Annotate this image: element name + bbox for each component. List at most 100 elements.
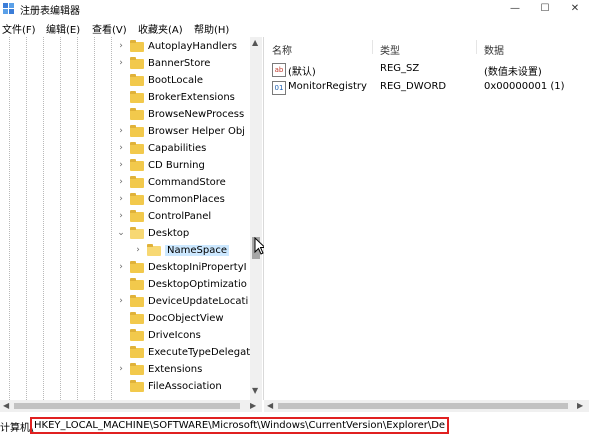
- scroll-left-arrow-icon[interactable]: ◀: [267, 400, 273, 412]
- tree-item-label: AutoplayHandlers: [148, 41, 237, 52]
- tree-item[interactable]: › Browser Helper Obj: [0, 124, 250, 141]
- tree-horizontal-scrollbar[interactable]: ◀ ▶: [0, 400, 262, 412]
- tree-hscroll-thumb[interactable]: [14, 403, 240, 409]
- tree-item-label: DesktopOptimizatio: [148, 279, 247, 290]
- tree-item[interactable]: BrowseNewProcess: [0, 107, 250, 124]
- scroll-right-arrow-icon[interactable]: ▶: [250, 400, 256, 412]
- maximize-button[interactable]: ☐: [530, 0, 560, 18]
- tree-item-label: FileAssociation: [148, 381, 222, 392]
- minimize-button[interactable]: —: [500, 0, 530, 18]
- tree-item[interactable]: DocObjectView: [0, 311, 250, 328]
- folder-icon: [130, 295, 144, 307]
- tree-item-label: Capabilities: [148, 143, 207, 154]
- tree-item-label: DocObjectView: [148, 313, 224, 324]
- chevron-right-icon[interactable]: ›: [116, 177, 126, 187]
- tree-item-label: Extensions: [148, 364, 203, 375]
- column-separator[interactable]: [476, 40, 477, 54]
- folder-icon: [130, 278, 144, 290]
- string-value-icon: ab: [272, 63, 286, 77]
- close-button[interactable]: ✕: [560, 0, 589, 18]
- folder-icon: [130, 312, 144, 324]
- scroll-up-arrow-icon[interactable]: ▲: [252, 38, 258, 47]
- folder-icon: [147, 244, 161, 256]
- folder-icon: [130, 261, 144, 273]
- chevron-right-icon[interactable]: ›: [116, 58, 126, 68]
- folder-icon: [130, 346, 144, 358]
- value-row[interactable]: ab (默认) REG_SZ (数值未设置): [264, 61, 589, 78]
- tree-item[interactable]: ⌄ Desktop: [0, 226, 250, 243]
- chevron-right-icon[interactable]: ›: [116, 126, 126, 136]
- tree-item-label: BrowseNewProcess: [148, 109, 245, 120]
- tree-item[interactable]: › BannerStore: [0, 56, 250, 73]
- tree-item[interactable]: FileAssociation: [0, 379, 250, 396]
- chevron-right-icon[interactable]: ›: [116, 194, 126, 204]
- tree-item-label: CD Burning: [148, 160, 205, 171]
- folder-icon: [130, 91, 144, 103]
- tree-item[interactable]: › CD Burning: [0, 158, 250, 175]
- tree-item-label: DriveIcons: [148, 330, 201, 341]
- chevron-right-icon[interactable]: ›: [116, 211, 126, 221]
- menu-view[interactable]: 查看(V): [92, 21, 127, 36]
- folder-icon: [130, 57, 144, 69]
- tree-item[interactable]: DriveIcons: [0, 328, 250, 345]
- values-list[interactable]: 名称 类型 数据 ab (默认) REG_SZ (数值未设置) 01 Monit…: [264, 37, 589, 400]
- folder-icon: [130, 193, 144, 205]
- column-header-name[interactable]: 名称: [272, 42, 292, 57]
- tree-item-label: BannerStore: [148, 58, 211, 69]
- tree-vertical-scrollbar[interactable]: ▲ ▼: [250, 37, 262, 400]
- tree-item[interactable]: DesktopOptimizatio: [0, 277, 250, 294]
- tree-item[interactable]: › Extensions: [0, 362, 250, 379]
- value-name: MonitorRegistry: [288, 81, 367, 92]
- tree-item[interactable]: BrokerExtensions: [0, 90, 250, 107]
- scroll-down-arrow-icon[interactable]: ▼: [252, 386, 258, 395]
- value-row[interactable]: 01 MonitorRegistry REG_DWORD 0x00000001 …: [264, 79, 589, 95]
- chevron-right-icon[interactable]: ›: [116, 364, 126, 374]
- column-header-type[interactable]: 类型: [380, 42, 400, 57]
- tree-item[interactable]: › CommonPlaces: [0, 192, 250, 209]
- chevron-right-icon[interactable]: ›: [116, 296, 126, 306]
- tree-item[interactable]: › CommandStore: [0, 175, 250, 192]
- chevron-right-icon[interactable]: ›: [116, 262, 126, 272]
- tree-item[interactable]: › Capabilities: [0, 141, 250, 158]
- chevron-right-icon[interactable]: ›: [133, 245, 143, 255]
- folder-icon: [130, 210, 144, 222]
- tree-item-label: NameSpace: [165, 245, 229, 256]
- title-bar: 注册表编辑器 — ☐ ✕: [0, 0, 589, 18]
- folder-icon: [130, 380, 144, 392]
- folder-icon: [130, 159, 144, 171]
- menu-help[interactable]: 帮助(H): [194, 21, 229, 36]
- key-tree[interactable]: › AutoplayHandlers › BannerStore BootLocale B…: [0, 37, 264, 400]
- chevron-right-icon[interactable]: ›: [116, 41, 126, 51]
- tree-item-label: CommandStore: [148, 177, 226, 188]
- menu-favorites[interactable]: 收藏夹(A): [138, 21, 183, 36]
- value-data: 0x00000001 (1): [484, 81, 565, 92]
- folder-icon: [130, 176, 144, 188]
- scroll-right-arrow-icon[interactable]: ▶: [577, 400, 583, 412]
- status-path-highlighted[interactable]: HKEY_LOCAL_MACHINE\SOFTWARE\Microsoft\Wi…: [30, 417, 450, 434]
- tree-item[interactable]: › ControlPanel: [0, 209, 250, 226]
- tree-item[interactable]: ExecuteTypeDelegat: [0, 345, 250, 362]
- value-type: REG_SZ: [380, 63, 420, 74]
- chevron-down-icon[interactable]: ⌄: [116, 228, 126, 238]
- menu-file[interactable]: 文件(F): [2, 21, 36, 36]
- tree-item-label: BrokerExtensions: [148, 92, 235, 103]
- menu-edit[interactable]: 编辑(E): [46, 21, 80, 36]
- tree-item-label: DesktopIniPropertyI: [148, 262, 247, 273]
- chevron-right-icon[interactable]: ›: [116, 160, 126, 170]
- tree-item[interactable]: › DeviceUpdateLocati: [0, 294, 250, 311]
- values-horizontal-scrollbar[interactable]: ◀ ▶: [264, 400, 589, 412]
- column-separator[interactable]: [372, 40, 373, 54]
- column-header-data[interactable]: 数据: [484, 42, 504, 57]
- value-name: (默认): [288, 67, 316, 78]
- scroll-left-arrow-icon[interactable]: ◀: [3, 400, 9, 412]
- tree-item[interactable]: › NameSpace: [0, 243, 250, 260]
- tree-item-label: ControlPanel: [148, 211, 212, 222]
- chevron-right-icon[interactable]: ›: [116, 143, 126, 153]
- tree-item[interactable]: › DesktopIniPropertyI: [0, 260, 250, 277]
- values-hscroll-thumb[interactable]: [278, 403, 568, 409]
- status-bar: 计算机\ HKEY_LOCAL_MACHINE\SOFTWARE\Microso…: [0, 415, 589, 434]
- folder-icon: [130, 125, 144, 137]
- folder-icon: [130, 142, 144, 154]
- tree-item[interactable]: › AutoplayHandlers: [0, 39, 250, 56]
- tree-item[interactable]: BootLocale: [0, 73, 250, 90]
